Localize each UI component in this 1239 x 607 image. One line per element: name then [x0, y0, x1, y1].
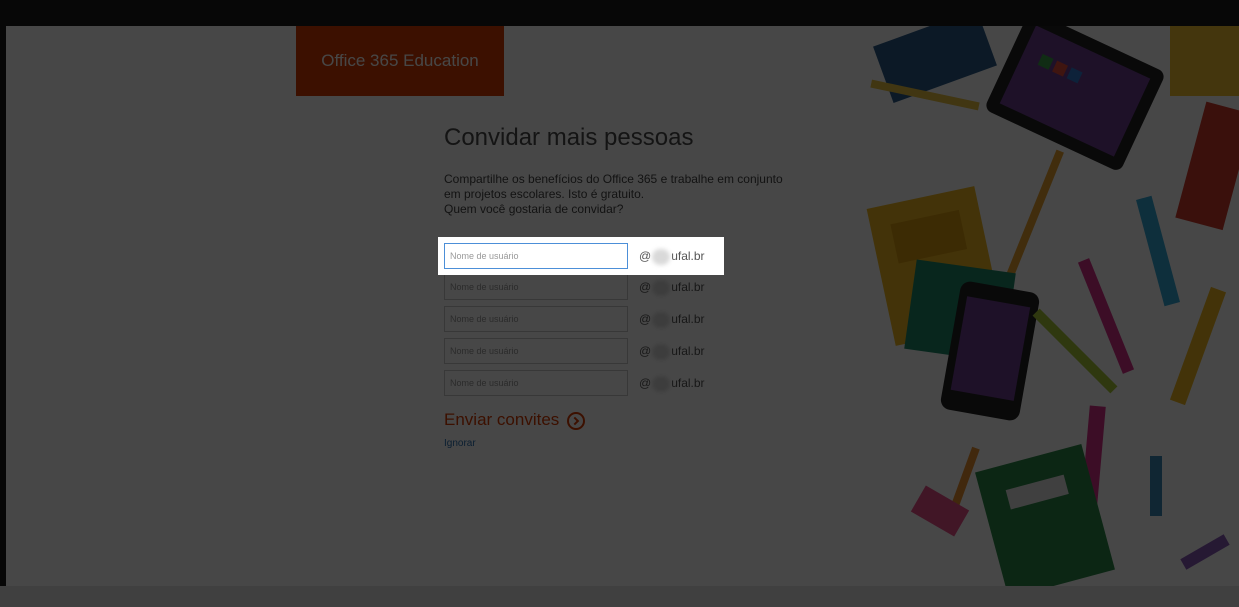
- redaction-mask: [652, 375, 671, 392]
- username-input-2[interactable]: [444, 274, 628, 300]
- domain-label-3: @ ufal.br: [639, 311, 705, 328]
- domain-label-2: @ ufal.br: [639, 279, 705, 296]
- brand-tile: Office 365 Education: [296, 26, 504, 96]
- description-line: em projetos escolares. Isto é gratuito.: [444, 187, 645, 201]
- school-supplies-illustration: [866, 26, 1239, 586]
- left-edge: [0, 0, 6, 607]
- redaction-mask: [652, 343, 671, 360]
- invite-row-3: @ufal.br: [444, 306, 724, 332]
- description-line: Quem você gostaria de convidar?: [444, 202, 624, 216]
- username-input-5[interactable]: [444, 370, 628, 396]
- viewport: Office 365 Education Convidar mais pesso…: [0, 0, 1239, 607]
- redaction-mask: [652, 248, 671, 265]
- invite-row-1: @ufal.br: [444, 243, 724, 269]
- username-input-3[interactable]: [444, 306, 628, 332]
- arrow-circle-icon: [567, 411, 586, 430]
- footer: [0, 586, 1239, 607]
- domain-label-5: @ ufal.br: [639, 375, 705, 392]
- domain-label-4: @ ufal.br: [639, 343, 705, 360]
- username-input-4[interactable]: [444, 338, 628, 364]
- redaction-mask: [652, 279, 671, 296]
- redaction-mask: [652, 311, 671, 328]
- username-input-1[interactable]: [444, 243, 628, 269]
- invite-row-5: @ufal.br: [444, 370, 724, 396]
- page-title: Convidar mais pessoas: [444, 124, 694, 151]
- send-invites-button[interactable]: Enviar convites: [444, 410, 586, 430]
- top-bar: [0, 0, 1239, 26]
- send-invites-label: Enviar convites: [444, 410, 560, 429]
- description-line: Compartilhe os benefícios do Office 365 …: [444, 172, 783, 186]
- ignore-link[interactable]: Ignorar: [444, 438, 476, 449]
- highlight-box: @ufal.br: [438, 237, 724, 275]
- invite-row-4: @ufal.br: [444, 338, 724, 364]
- invite-row-2: @ufal.br: [444, 274, 724, 300]
- invite-description: Compartilhe os benefícios do Office 365 …: [444, 172, 834, 217]
- domain-label-1: @ ufal.br: [639, 248, 705, 265]
